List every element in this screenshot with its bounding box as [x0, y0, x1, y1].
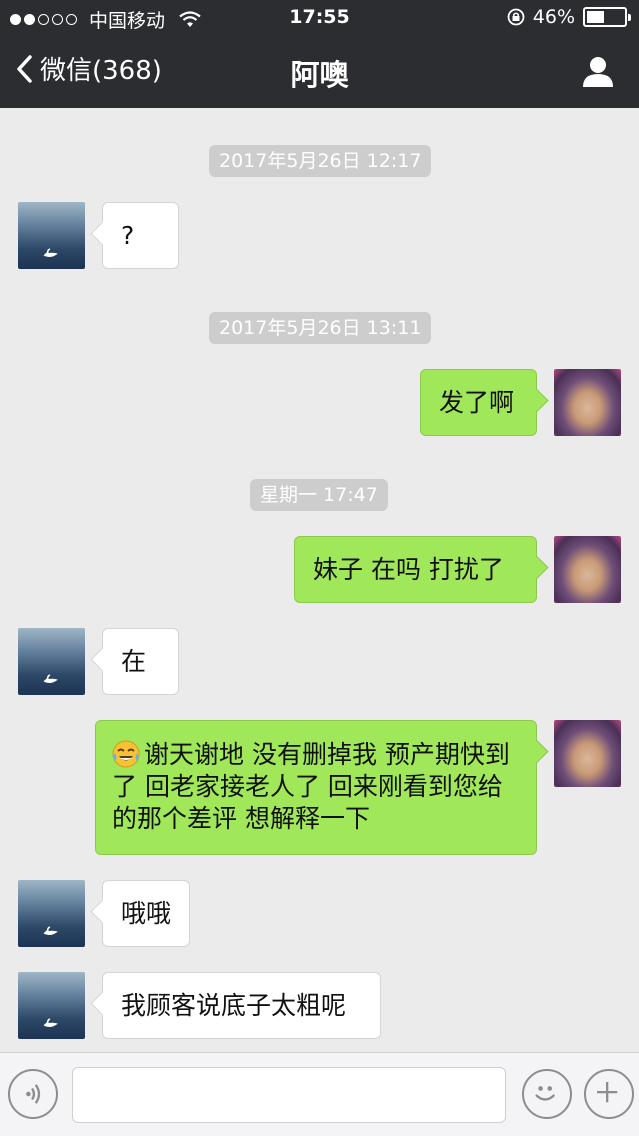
message-text: ?	[121, 221, 135, 250]
tears-of-joy-emoji-icon	[112, 740, 140, 768]
message-text: 哦哦	[121, 899, 172, 928]
battery-level	[587, 11, 604, 23]
rotation-lock-icon	[507, 8, 525, 26]
header: 中国移动 17:55 46% 微信(368) 阿噢	[0, 0, 639, 108]
contact-avatar[interactable]	[18, 972, 85, 1039]
message-text: 在	[121, 647, 147, 676]
nav-bar: 微信(368) 阿噢	[0, 36, 639, 108]
contact-avatar[interactable]	[18, 880, 85, 947]
swan-icon	[43, 1018, 58, 1028]
message-bubble[interactable]: 妹子 在吗 打扰了	[294, 536, 537, 603]
contact-avatar[interactable]	[18, 202, 85, 269]
status-bar: 中国移动 17:55 46%	[0, 0, 639, 36]
voice-button[interactable]	[8, 1069, 58, 1119]
input-bar	[0, 1052, 639, 1136]
message-text: 我顾客说底子太粗呢	[121, 991, 347, 1020]
plus-icon	[597, 1082, 618, 1103]
chat-title: 阿噢	[290, 58, 349, 92]
message-bubble[interactable]: 谢天谢地 没有删掉我 预产期快到了 回老家接老人了 回来刚看到您给的那个差评 想…	[95, 720, 537, 855]
contact-avatar[interactable]	[18, 628, 85, 695]
profile-icon[interactable]	[581, 54, 615, 88]
message-bubble[interactable]: 发了啊	[420, 369, 537, 436]
timestamp: 2017年5月26日 12:17	[209, 145, 432, 177]
emoji-button[interactable]	[522, 1069, 572, 1119]
battery-icon	[583, 7, 631, 27]
swan-icon	[43, 926, 58, 936]
swan-icon	[43, 674, 58, 684]
message-bubble[interactable]: 我顾客说底子太粗呢	[102, 972, 381, 1039]
message-text: 妹子 在吗 打扰了	[313, 555, 504, 584]
my-avatar[interactable]	[554, 536, 621, 603]
message-bubble[interactable]: 在	[102, 628, 179, 695]
battery-percent: 46%	[532, 6, 575, 28]
message-text: 发了啊	[439, 388, 515, 417]
my-avatar[interactable]	[554, 720, 621, 787]
message-input[interactable]	[72, 1067, 506, 1123]
smiley-icon	[535, 1086, 556, 1101]
timestamp: 星期一 17:47	[250, 479, 388, 511]
message-bubble[interactable]: ?	[102, 202, 179, 269]
message-text: 谢天谢地 没有删掉我 预产期快到了 回老家接老人了 回来刚看到您给的那个差评 想…	[112, 740, 510, 833]
message-bubble[interactable]: 哦哦	[102, 880, 190, 947]
swan-icon	[43, 248, 58, 258]
voice-icon	[26, 1084, 41, 1104]
timestamp: 2017年5月26日 13:11	[209, 312, 432, 344]
status-right: 46%	[507, 6, 631, 28]
my-avatar[interactable]	[554, 369, 621, 436]
more-button[interactable]	[584, 1069, 634, 1119]
